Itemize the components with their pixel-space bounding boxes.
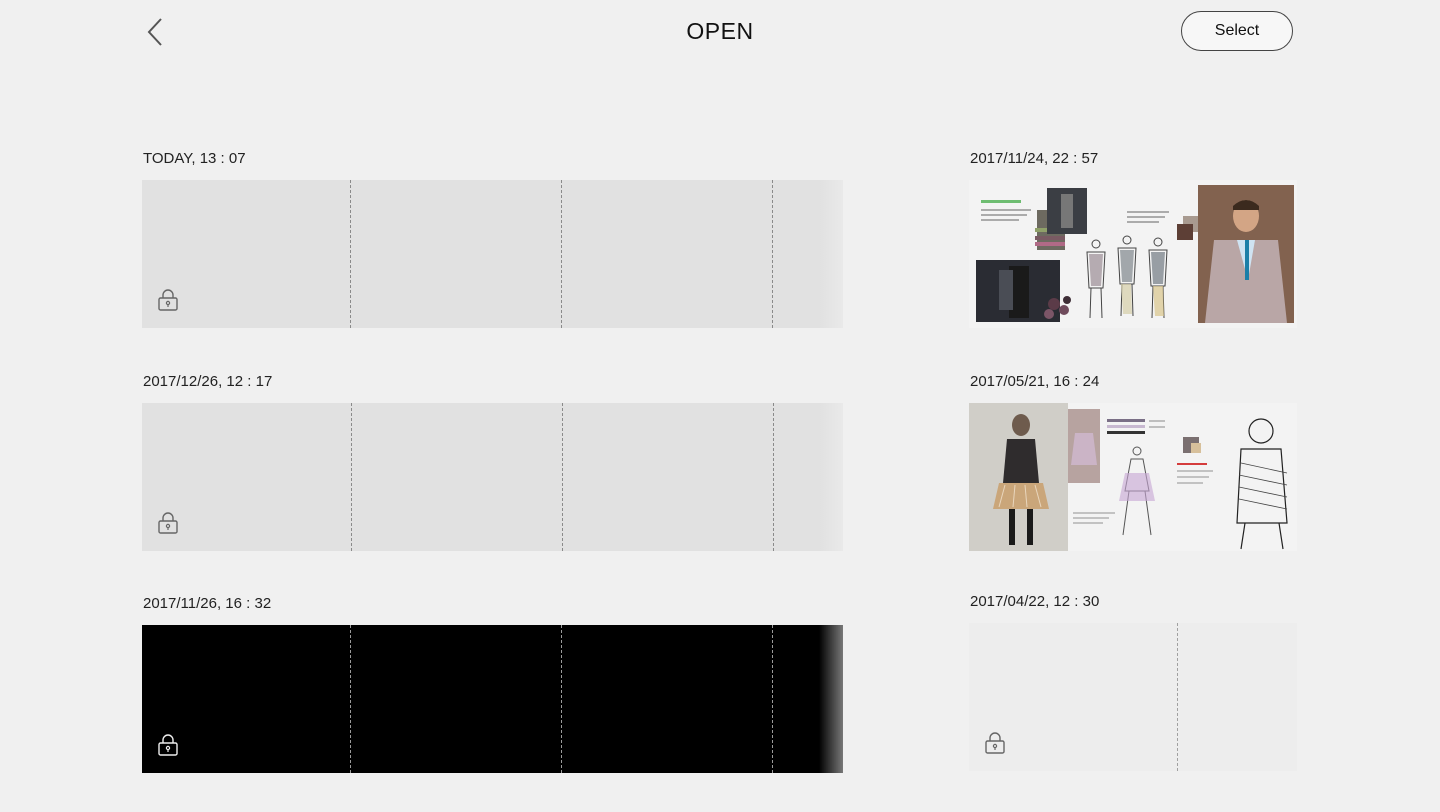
note-card[interactable]: 2017/12/26, 12 : 17 [142, 371, 843, 551]
lock-icon [158, 734, 178, 756]
note-thumbnail[interactable] [142, 625, 843, 773]
womenswear-sketches-image [969, 403, 1288, 551]
open-screen: OPEN Select TODAY, 13 : 07 2017/12/26, 1… [0, 0, 1440, 812]
note-thumbnail[interactable] [969, 623, 1297, 771]
note-card[interactable]: TODAY, 13 : 07 [142, 148, 843, 328]
page-divider [561, 180, 562, 328]
note-date: 2017/04/22, 12 : 30 [970, 593, 1100, 610]
page-divider [561, 625, 562, 773]
select-button[interactable]: Select [1181, 11, 1293, 51]
note-date: TODAY, 13 : 07 [143, 150, 246, 167]
page-divider [351, 403, 352, 551]
page-divider [562, 403, 563, 551]
note-thumbnail[interactable] [969, 403, 1297, 551]
lock-icon [158, 289, 178, 311]
note-thumbnail[interactable] [969, 180, 1297, 328]
page-divider [1177, 623, 1178, 771]
page-divider [772, 625, 773, 773]
note-date: 2017/05/21, 16 : 24 [970, 373, 1100, 390]
note-card[interactable]: 2017/11/26, 16 : 32 [142, 593, 843, 773]
note-thumbnail[interactable] [142, 403, 843, 551]
note-date: 2017/11/24, 22 : 57 [970, 150, 1099, 167]
note-card[interactable]: 2017/11/24, 22 : 57 [969, 148, 1297, 328]
note-date: 2017/12/26, 12 : 17 [143, 373, 273, 390]
page-divider [773, 403, 774, 551]
note-date: 2017/11/26, 16 : 32 [143, 595, 272, 612]
note-card[interactable]: 2017/04/22, 12 : 30 [969, 591, 1297, 771]
page-divider [772, 180, 773, 328]
note-thumbnail[interactable] [142, 180, 843, 328]
page-divider [350, 180, 351, 328]
menswear-moodboard-image [976, 185, 1294, 323]
page-divider [350, 625, 351, 773]
lock-icon [158, 512, 178, 534]
note-card[interactable]: 2017/05/21, 16 : 24 [969, 371, 1297, 551]
lock-icon [985, 732, 1005, 754]
